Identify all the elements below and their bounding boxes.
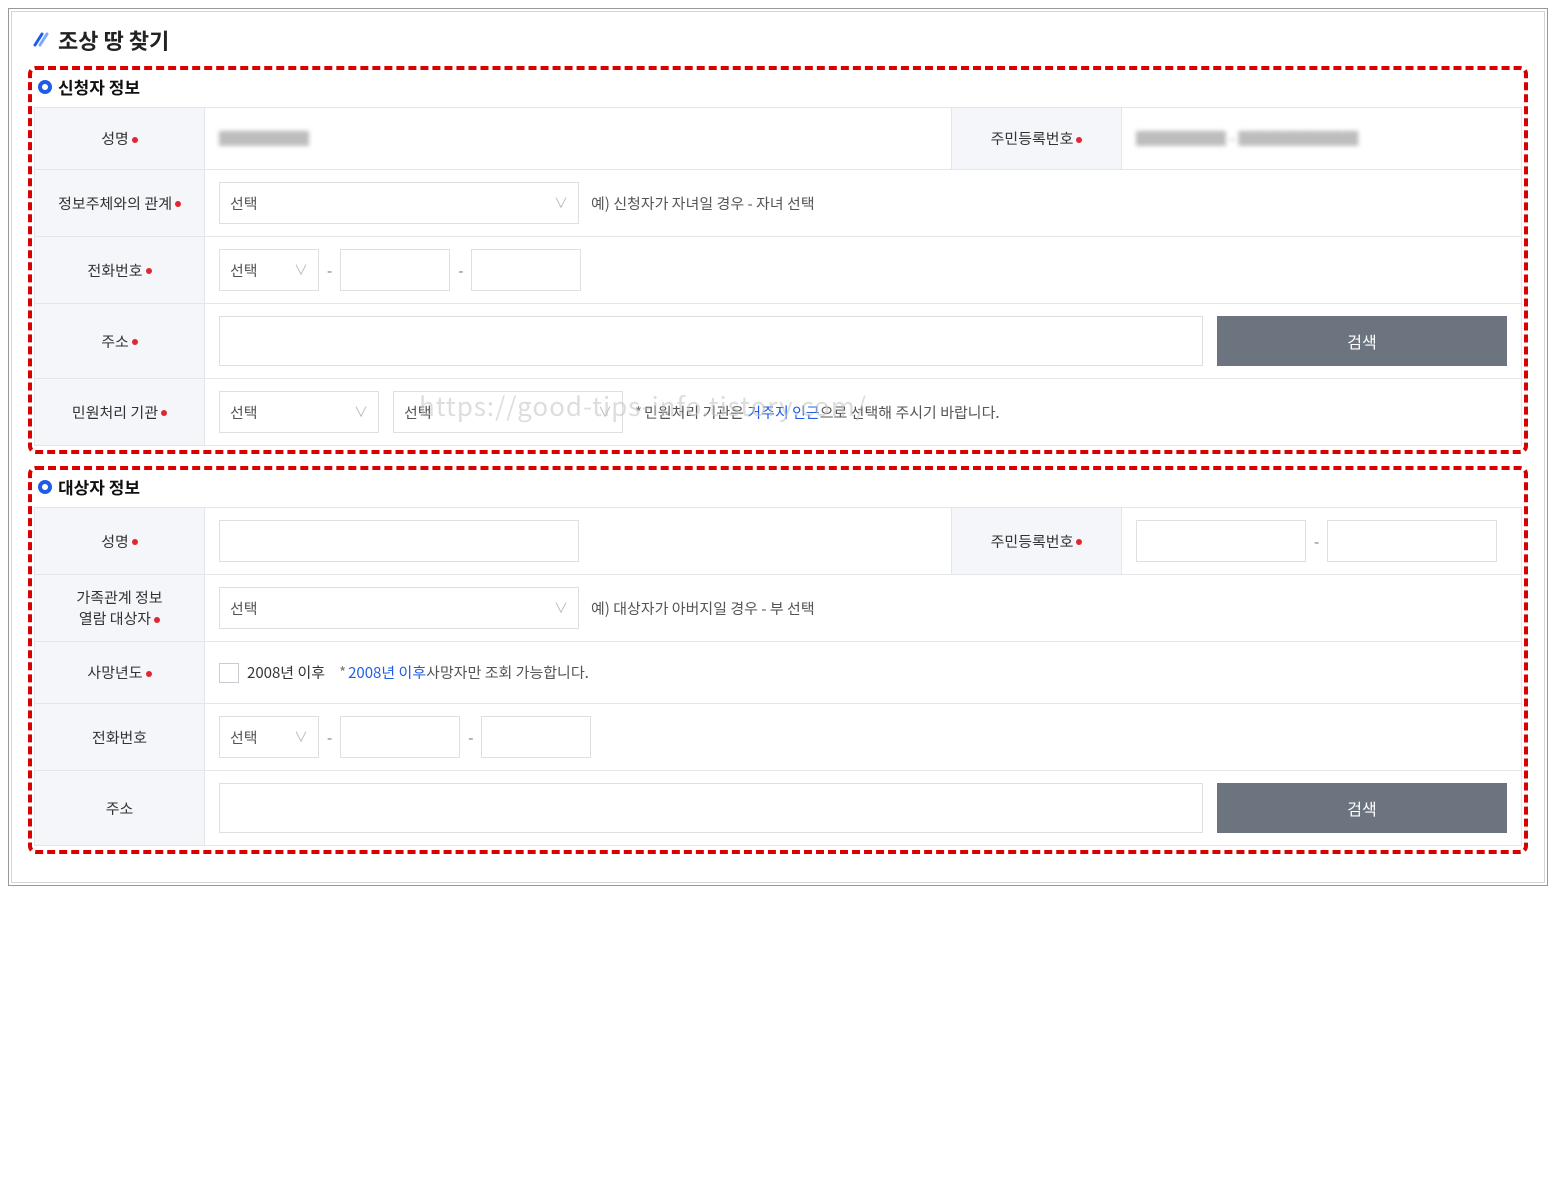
applicant-agency-label: 민원처리 기관 bbox=[35, 379, 205, 446]
phone-dash: - bbox=[319, 727, 340, 748]
applicant-section: 신청자 정보 성명 ██████ 주민등록번호 ██████ - ███████… bbox=[28, 66, 1528, 454]
required-icon bbox=[132, 137, 138, 143]
chevron-down-icon: ∨ bbox=[554, 193, 568, 213]
subject-deathyear-label: 사망년도 bbox=[35, 642, 205, 704]
required-icon bbox=[132, 339, 138, 345]
required-icon bbox=[154, 617, 160, 623]
chevron-down-icon: ∨ bbox=[354, 402, 368, 422]
applicant-phone-prefix-select[interactable]: 선택 ∨ bbox=[219, 249, 319, 291]
agency-select-1[interactable]: 선택 ∨ bbox=[219, 391, 379, 433]
chevron-down-icon: ∨ bbox=[294, 727, 308, 747]
applicant-name-label: 성명 bbox=[35, 108, 205, 170]
phone-dash: - bbox=[450, 260, 471, 281]
phone-dash: - bbox=[460, 727, 481, 748]
subject-address-label: 주소 bbox=[35, 771, 205, 846]
required-icon bbox=[175, 201, 181, 207]
subject-relation-select[interactable]: 선택 ∨ bbox=[219, 587, 579, 629]
required-icon bbox=[1076, 137, 1082, 143]
subject-rrn-1-input[interactable] bbox=[1136, 520, 1306, 562]
subject-phone-prefix-select[interactable]: 선택 ∨ bbox=[219, 716, 319, 758]
subject-phone-last-input[interactable] bbox=[481, 716, 591, 758]
applicant-relation-hint: 예) 신청자가 자녀일 경우 - 자녀 선택 bbox=[591, 193, 815, 214]
applicant-rrn-value: ██████ - ████████ bbox=[1136, 128, 1358, 149]
chevron-down-icon: ∨ bbox=[294, 260, 308, 280]
subject-relation-row: 가족관계 정보 열람 대상자 선택 ∨ 예) 대상자가 아버지일 경우 - 부 … bbox=[35, 575, 1522, 642]
section-radio-icon bbox=[38, 80, 52, 94]
subject-rrn-label: 주민등록번호 bbox=[952, 508, 1122, 575]
page-title-icon bbox=[32, 31, 50, 49]
applicant-relation-row: 정보주체와의 관계 선택 ∨ 예) 신청자가 자녀일 경우 - 자녀 선택 bbox=[35, 170, 1522, 237]
death-year-checkbox[interactable] bbox=[219, 663, 239, 683]
subject-phone-mid-input[interactable] bbox=[340, 716, 460, 758]
death-year-checkbox-label: 2008년 이후 bbox=[247, 662, 325, 683]
required-icon bbox=[146, 268, 152, 274]
subject-address-row: 주소 검색 bbox=[35, 771, 1522, 846]
applicant-section-title: 신청자 정보 bbox=[58, 74, 140, 99]
required-icon bbox=[146, 671, 152, 677]
section-radio-icon bbox=[38, 480, 52, 494]
applicant-address-input[interactable] bbox=[219, 316, 1203, 366]
subject-name-row: 성명 주민등록번호 - bbox=[35, 508, 1522, 575]
subject-name-input[interactable] bbox=[219, 520, 579, 562]
subject-address-search-button[interactable]: 검색 bbox=[1217, 783, 1507, 833]
applicant-name-row: 성명 ██████ 주민등록번호 ██████ - ████████ bbox=[35, 108, 1522, 170]
subject-section-title: 대상자 정보 bbox=[58, 474, 140, 499]
page-header: 조상 땅 찾기 bbox=[28, 24, 1528, 66]
applicant-name-value: ██████ bbox=[219, 128, 309, 149]
applicant-phone-mid-input[interactable] bbox=[340, 249, 450, 291]
applicant-agency-row: 민원처리 기관 선택 ∨ 선택 ∨ *민원처리 기관은 거주지 bbox=[35, 379, 1522, 446]
applicant-address-search-button[interactable]: 검색 bbox=[1217, 316, 1507, 366]
applicant-phone-row: 전화번호 선택 ∨ - - bbox=[35, 237, 1522, 304]
subject-rrn-2-input[interactable] bbox=[1327, 520, 1497, 562]
applicant-phone-label: 전화번호 bbox=[35, 237, 205, 304]
subject-deathyear-row: 사망년도 2008년 이후 *2008년 이후사망자만 조회 가능합니다. bbox=[35, 642, 1522, 704]
rrn-dash: - bbox=[1306, 531, 1327, 552]
required-icon bbox=[132, 539, 138, 545]
chevron-down-icon: ∨ bbox=[554, 598, 568, 618]
applicant-address-label: 주소 bbox=[35, 304, 205, 379]
subject-name-label: 성명 bbox=[35, 508, 205, 575]
applicant-address-row: 주소 검색 bbox=[35, 304, 1522, 379]
subject-section: 대상자 정보 성명 주민등록번호 - 가족관계 bbox=[28, 466, 1528, 854]
phone-dash: - bbox=[319, 260, 340, 281]
subject-relation-label: 가족관계 정보 열람 대상자 bbox=[35, 575, 205, 642]
subject-phone-label: 전화번호 bbox=[35, 704, 205, 771]
applicant-relation-select[interactable]: 선택 ∨ bbox=[219, 182, 579, 224]
subject-address-input[interactable] bbox=[219, 783, 1203, 833]
applicant-relation-label: 정보주체와의 관계 bbox=[35, 170, 205, 237]
chevron-down-icon: ∨ bbox=[598, 402, 612, 422]
subject-relation-hint: 예) 대상자가 아버지일 경우 - 부 선택 bbox=[591, 598, 815, 619]
required-icon bbox=[1076, 539, 1082, 545]
applicant-rrn-label: 주민등록번호 bbox=[952, 108, 1122, 170]
subject-phone-row: 전화번호 선택 ∨ - - bbox=[35, 704, 1522, 771]
required-icon bbox=[161, 410, 167, 416]
agency-hint: *민원처리 기관은 거주지 인근으로 선택해 주시기 바랍니다. bbox=[635, 402, 1000, 423]
death-year-hint: *2008년 이후사망자만 조회 가능합니다. bbox=[339, 662, 589, 683]
agency-select-2[interactable]: 선택 ∨ bbox=[393, 391, 623, 433]
page-title: 조상 땅 찾기 bbox=[58, 24, 169, 56]
applicant-phone-last-input[interactable] bbox=[471, 249, 581, 291]
